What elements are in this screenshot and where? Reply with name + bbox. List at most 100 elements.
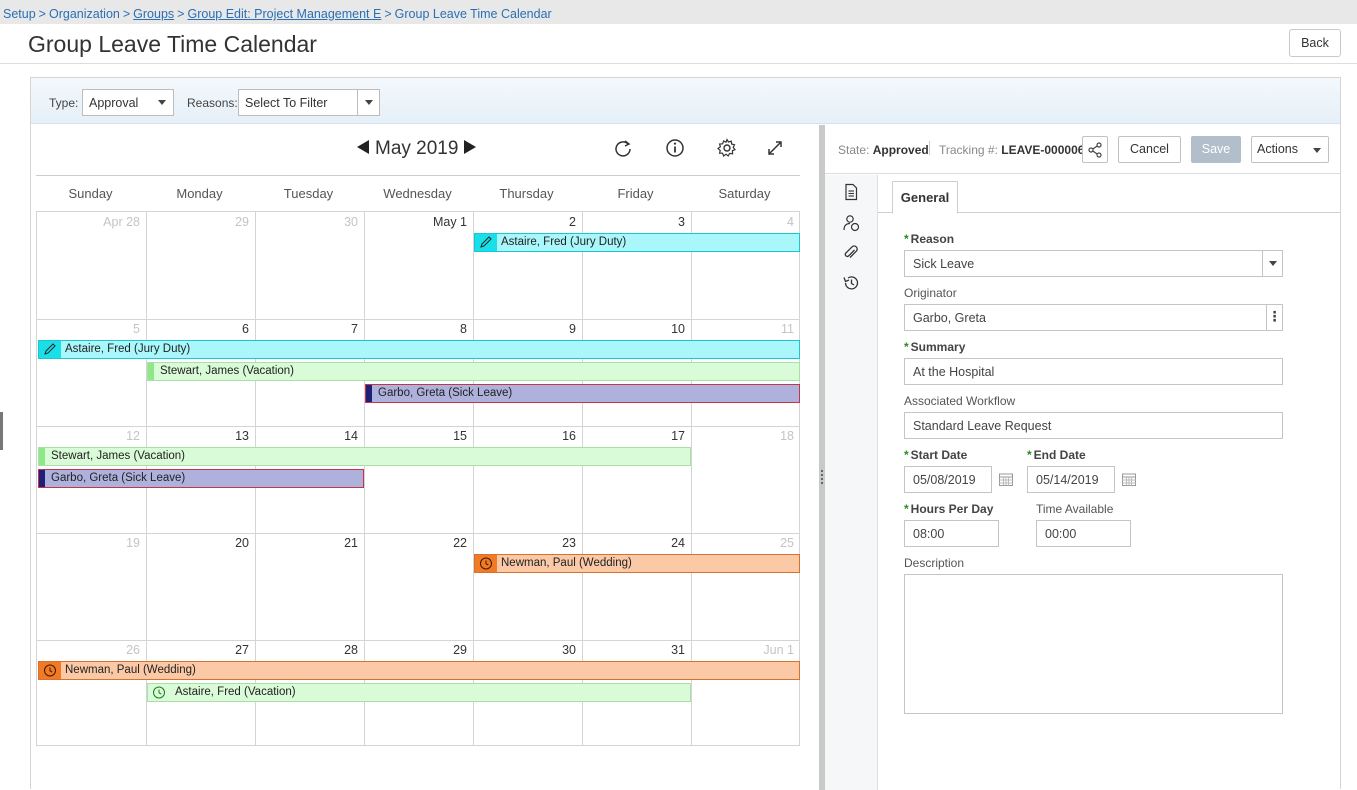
summary-input[interactable]: At the Hospital	[904, 358, 1283, 385]
expand-icon[interactable]	[765, 138, 785, 158]
calendar-icon[interactable]	[1121, 471, 1137, 487]
time-available-input[interactable]: 00:00	[1036, 520, 1131, 547]
day-number[interactable]: 21	[258, 536, 358, 550]
event-color-tag	[39, 470, 45, 487]
originator-field[interactable]: Garbo, Greta ⋮	[904, 304, 1283, 331]
state-value: Approved	[872, 143, 929, 157]
cancel-button[interactable]: Cancel	[1118, 136, 1181, 163]
gear-icon[interactable]	[717, 138, 737, 158]
breadcrumb-organization[interactable]: Organization	[49, 7, 120, 21]
leave-event[interactable]: Astaire, Fred (Vacation)	[147, 683, 691, 702]
day-number[interactable]: 5	[40, 322, 140, 336]
month-navigator: May 2019	[357, 138, 477, 160]
leave-event[interactable]: Newman, Paul (Wedding)	[38, 661, 800, 680]
prev-month-icon[interactable]	[357, 140, 369, 154]
day-number[interactable]: 20	[149, 536, 249, 550]
leave-detail-panel: State: Approved Tracking #: LEAVE-000006…	[825, 125, 1340, 790]
share-button[interactable]	[1082, 136, 1108, 163]
breadcrumb-groups[interactable]: Groups	[133, 7, 174, 21]
day-number[interactable]: 13	[149, 429, 249, 443]
leave-event[interactable]: Newman, Paul (Wedding)	[474, 554, 800, 573]
day-number[interactable]: 30	[476, 643, 576, 657]
share-icon	[1088, 142, 1102, 158]
reasons-select[interactable]: Select To Filter	[238, 89, 380, 116]
leave-event-label: Astaire, Fred (Jury Duty)	[501, 236, 627, 248]
day-number[interactable]: 3	[585, 215, 685, 229]
breadcrumb-setup[interactable]: Setup	[3, 7, 36, 21]
start-date-input[interactable]: 05/08/2019	[904, 466, 992, 493]
day-number[interactable]: 30	[258, 215, 358, 229]
refresh-icon[interactable]	[613, 138, 633, 158]
day-number[interactable]: 14	[258, 429, 358, 443]
day-number[interactable]: 23	[476, 536, 576, 550]
state-field: State: Approved	[838, 143, 929, 157]
day-number[interactable]: 7	[258, 322, 358, 336]
day-number[interactable]: 17	[585, 429, 685, 443]
back-button[interactable]: Back	[1289, 29, 1341, 57]
leave-event[interactable]: Garbo, Greta (Sick Leave)	[38, 469, 364, 488]
chevron-down-icon	[1313, 148, 1321, 153]
leave-form: * Reason Sick Leave Originator Garbo, Gre…	[878, 213, 1340, 790]
tab-general[interactable]: General	[892, 181, 958, 214]
weekday-6: Saturday	[718, 186, 771, 201]
day-number[interactable]: May 1	[367, 215, 467, 229]
leave-event[interactable]: Stewart, James (Vacation)	[38, 447, 691, 466]
required-mark: *	[1027, 448, 1032, 462]
day-number[interactable]: 15	[367, 429, 467, 443]
next-month-icon[interactable]	[464, 140, 477, 154]
day-number[interactable]: 4	[694, 215, 794, 229]
leave-event[interactable]: Stewart, James (Vacation)	[147, 362, 800, 381]
actions-button[interactable]: Actions	[1251, 136, 1329, 163]
day-number[interactable]: 22	[367, 536, 467, 550]
leave-event[interactable]: Astaire, Fred (Jury Duty)	[474, 233, 800, 252]
day-number[interactable]: 28	[258, 643, 358, 657]
end-date-input[interactable]: 05/14/2019	[1027, 466, 1115, 493]
workflow-field[interactable]: Standard Leave Request	[904, 412, 1283, 439]
day-number[interactable]: 25	[694, 536, 794, 550]
leave-event-label: Astaire, Fred (Vacation)	[175, 686, 296, 698]
breadcrumb-current: Group Leave Time Calendar	[394, 7, 552, 21]
clock-icon	[148, 684, 170, 701]
day-number[interactable]: 6	[149, 322, 249, 336]
day-number[interactable]: 29	[149, 215, 249, 229]
type-label: Type:	[49, 96, 79, 110]
calendar-icon[interactable]	[998, 471, 1014, 487]
day-number[interactable]: 2	[476, 215, 576, 229]
save-button[interactable]: Save	[1191, 136, 1241, 163]
document-icon[interactable]	[842, 183, 860, 201]
day-number[interactable]: 12	[40, 429, 140, 443]
left-edge-handle[interactable]	[0, 412, 3, 450]
day-number[interactable]: 31	[585, 643, 685, 657]
breadcrumb-separator: >	[384, 7, 392, 21]
day-number[interactable]: Jun 1	[694, 643, 794, 657]
day-number[interactable]: 27	[149, 643, 249, 657]
pencil-icon	[39, 341, 61, 358]
breadcrumb-group-edit[interactable]: Group Edit: Project Management E	[187, 7, 381, 21]
day-number[interactable]: 11	[694, 322, 794, 336]
reason-select[interactable]: Sick Leave	[904, 250, 1283, 277]
day-number[interactable]: Apr 28	[40, 215, 140, 229]
page-right-gutter	[1341, 77, 1357, 789]
end-date-label-wrap: * End Date	[1027, 448, 1086, 462]
day-number[interactable]: 26	[40, 643, 140, 657]
day-number[interactable]: 16	[476, 429, 576, 443]
history-icon[interactable]	[842, 274, 860, 292]
info-icon[interactable]	[665, 138, 685, 158]
day-number[interactable]: 18	[694, 429, 794, 443]
day-number[interactable]: 29	[367, 643, 467, 657]
day-number[interactable]: 24	[585, 536, 685, 550]
hours-input[interactable]: 08:00	[904, 520, 999, 547]
type-select[interactable]: Approval	[82, 89, 174, 116]
event-color-tag	[366, 385, 372, 402]
day-number[interactable]: 9	[476, 322, 576, 336]
leave-event[interactable]: Garbo, Greta (Sick Leave)	[365, 384, 800, 403]
leave-event[interactable]: Astaire, Fred (Jury Duty)	[38, 340, 800, 359]
day-number[interactable]: 19	[40, 536, 140, 550]
user-money-icon[interactable]	[842, 214, 860, 232]
day-number[interactable]: 8	[367, 322, 467, 336]
more-options-icon[interactable]: ⋮	[1266, 305, 1282, 330]
description-textarea[interactable]	[904, 574, 1283, 714]
paperclip-icon[interactable]	[842, 244, 860, 262]
day-number[interactable]: 10	[585, 322, 685, 336]
required-mark: *	[904, 502, 909, 516]
